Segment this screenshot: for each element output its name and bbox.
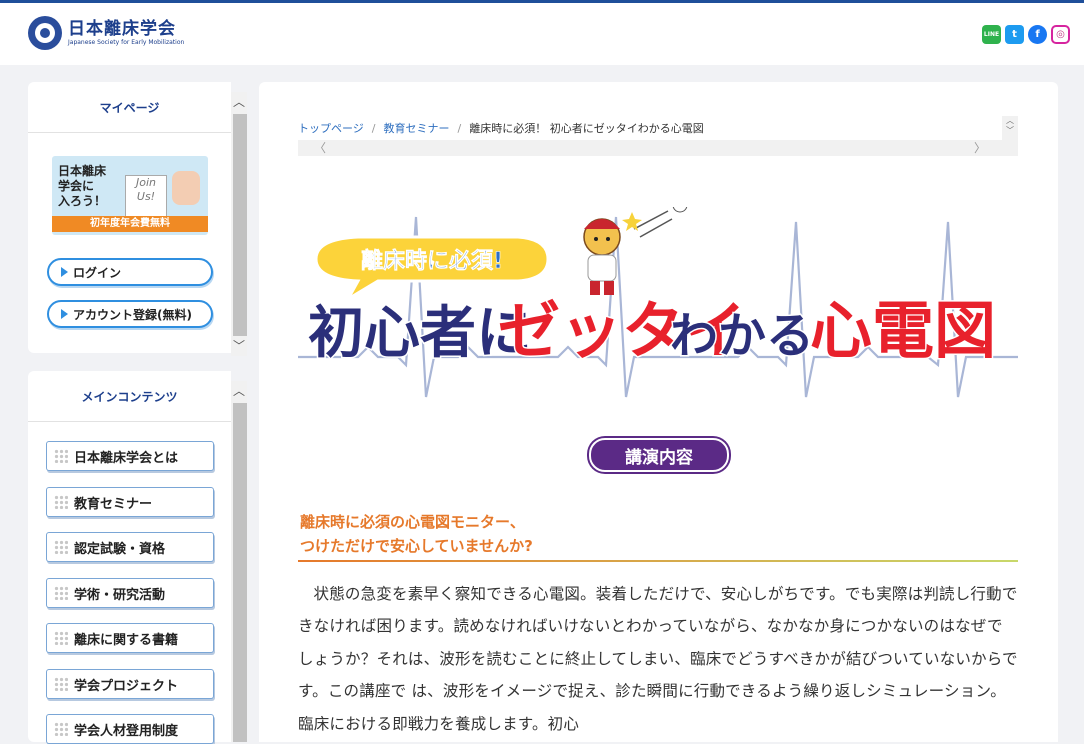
breadcrumb-seminar-link[interactable]: 教育セミナー bbox=[384, 122, 450, 135]
grid-dots-icon bbox=[54, 586, 68, 600]
lead-line-1: 離床時に必須の心電図モニター、 bbox=[300, 513, 525, 531]
instagram-icon[interactable]: ◎ bbox=[1051, 25, 1070, 44]
hero-graphic: 離床時に必須! 初心者に ゼッタイ わかる 心電図 bbox=[298, 197, 1018, 398]
breadcrumb-separator: / bbox=[371, 122, 376, 135]
hero-title: 初心者に ゼッタイ わかる 心電図 bbox=[307, 293, 998, 369]
site-logo[interactable]: 日本離床学会 Japanese Society for Early Mobili… bbox=[28, 16, 184, 50]
breadcrumb-current: 離床時に必須！ 初心者にゼッタイわかる心電図 bbox=[469, 122, 704, 135]
banner-headline: 日本離床 学会に 入ろう！ bbox=[58, 164, 107, 208]
scroll-up-icon[interactable]: ︿ bbox=[231, 383, 247, 399]
twitter-icon[interactable]: t bbox=[1005, 25, 1024, 44]
lead-heading: 離床時に必須の心電図モニター、 つけただけで安心していませんか? bbox=[300, 510, 533, 558]
facebook-icon[interactable]: f bbox=[1028, 25, 1047, 44]
breadcrumb-vertical-scroll[interactable]: ︿ ﹀ bbox=[1002, 116, 1018, 140]
menu-item-label: 離床に関する書籍 bbox=[74, 632, 179, 648]
logo-title: 日本離床学会 bbox=[68, 18, 176, 39]
scroll-right-icon[interactable]: 〉 bbox=[974, 140, 986, 156]
breadcrumb-horizontal-scrollbar[interactable]: 〈 〉 bbox=[298, 140, 1018, 156]
lecture-description: 状態の急変を素早く察知できる心電図。装着しただけで、安心しがちです。でも実際は判… bbox=[298, 585, 1018, 733]
register-label: アカウント登録(無料) bbox=[73, 307, 192, 322]
menu-item-label: 学会プロジェクト bbox=[74, 678, 179, 694]
hero-title-part-c: わかる bbox=[670, 308, 814, 364]
scroll-down-icon[interactable]: ﹀ bbox=[231, 338, 247, 354]
grid-dots-icon bbox=[54, 631, 68, 645]
scroll-thumb[interactable] bbox=[233, 403, 247, 742]
menu-item-label: 学術・研究活動 bbox=[74, 587, 166, 603]
login-button[interactable]: ログイン bbox=[47, 258, 213, 286]
menu-item-research[interactable]: 学術・研究活動 bbox=[46, 578, 214, 608]
menu-item-label: 学会人材登用制度 bbox=[74, 723, 179, 739]
main-contents-panel: メインコンテンツ 日本離床学会とは 教育セミナー 認定試験・資格 学術・研究活動… bbox=[28, 371, 231, 744]
play-arrow-icon bbox=[61, 267, 68, 277]
login-label: ログイン bbox=[73, 265, 122, 280]
menu-item-label: 認定試験・資格 bbox=[74, 541, 166, 557]
breadcrumb-home-link[interactable]: トップページ bbox=[298, 122, 364, 135]
banner-footer: 初年度年会費無料 bbox=[52, 216, 208, 232]
grid-dots-icon bbox=[54, 495, 68, 509]
hand-illustration bbox=[172, 171, 200, 205]
grid-dots-icon bbox=[54, 540, 68, 554]
seminar-hero-banner: 離床時に必須! 初心者に ゼッタイ わかる 心電図 bbox=[298, 197, 1018, 422]
hero-title-part-d: 心電図 bbox=[810, 294, 996, 367]
banner-card: Join Us! bbox=[125, 175, 167, 219]
grid-dots-icon bbox=[54, 449, 68, 463]
article-panel: トップページ / 教育セミナー / 離床時に必須！ 初心者にゼッタイわかる心電図 ︿ ﹀ … bbox=[259, 82, 1058, 742]
lecture-content-label: 講演内容 bbox=[589, 438, 729, 472]
mypage-scrollbar[interactable]: ︿ ﹀ bbox=[231, 92, 247, 356]
play-arrow-icon bbox=[61, 309, 68, 319]
menu-item-about[interactable]: 日本離床学会とは bbox=[46, 441, 214, 471]
register-button[interactable]: アカウント登録(無料) bbox=[47, 300, 213, 328]
menu-item-certification[interactable]: 認定試験・資格 bbox=[46, 532, 214, 562]
society-emblem-icon bbox=[28, 16, 62, 50]
main-contents-title: メインコンテンツ bbox=[28, 371, 231, 422]
scroll-thumb[interactable] bbox=[233, 114, 247, 336]
site-header: 日本離床学会 Japanese Society for Early Mobili… bbox=[0, 3, 1084, 65]
menu-item-label: 日本離床学会とは bbox=[74, 450, 179, 466]
logo-subtitle: Japanese Society for Early Mobilization bbox=[68, 38, 185, 46]
breadcrumb-separator: / bbox=[457, 122, 462, 135]
lead-divider bbox=[298, 560, 1018, 562]
grid-dots-icon bbox=[54, 722, 68, 736]
scroll-left-icon[interactable]: 〈 bbox=[314, 140, 326, 156]
join-banner[interactable]: 日本離床 学会に 入ろう！ Join Us! 初年度年会費無料 bbox=[52, 156, 208, 235]
breadcrumb: トップページ / 教育セミナー / 離床時に必須！ 初心者にゼッタイわかる心電図 ︿ ﹀ … bbox=[298, 116, 1018, 156]
scroll-up-icon[interactable]: ︿ bbox=[231, 94, 247, 110]
menu-item-books[interactable]: 離床に関する書籍 bbox=[46, 623, 214, 653]
mypage-panel: マイページ 日本離床 学会に 入ろう！ Join Us! 初年度年会費無料 ログ… bbox=[28, 82, 231, 353]
menu-item-label: 教育セミナー bbox=[74, 496, 153, 512]
mascot-illustration bbox=[583, 197, 688, 295]
grid-dots-icon bbox=[54, 677, 68, 691]
mypage-title: マイページ bbox=[28, 82, 231, 133]
line-icon[interactable]: LINE bbox=[982, 25, 1001, 44]
menu-item-seminar[interactable]: 教育セミナー bbox=[46, 487, 214, 517]
menu-item-recruitment[interactable]: 学会人材登用制度 bbox=[46, 714, 214, 744]
lead-line-2: つけただけで安心していませんか? bbox=[300, 537, 533, 555]
menu-item-projects[interactable]: 学会プロジェクト bbox=[46, 669, 214, 699]
social-links: LINE t f ◎ bbox=[982, 25, 1070, 44]
main-contents-scrollbar[interactable]: ︿ bbox=[231, 381, 247, 742]
bubble-text: 離床時に必須! bbox=[361, 248, 503, 274]
